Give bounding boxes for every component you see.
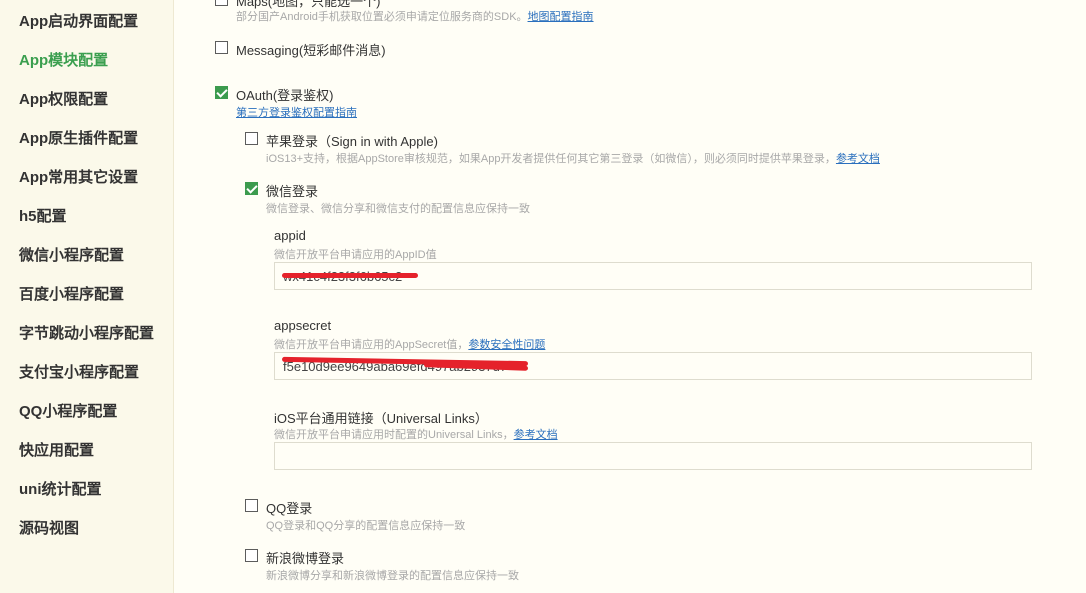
sidebar-item-qq-mp[interactable]: QQ小程序配置: [19, 400, 117, 421]
sidebar-item-app-permissions[interactable]: App权限配置: [19, 88, 108, 109]
weixin-login-hint: 微信登录、微信分享和微信支付的配置信息应保持一致: [266, 203, 530, 215]
apple-login-checkbox[interactable]: [245, 132, 258, 145]
sidebar-item-baidu-mp[interactable]: 百度小程序配置: [19, 283, 124, 304]
universal-links-hint-text: 微信开放平台申请应用时配置的Universal Links，: [274, 429, 514, 441]
maps-hint-text: 部分国产Android手机获取位置必须申请定位服务商的SDK。: [236, 11, 528, 23]
sina-login-label: 新浪微博登录: [266, 551, 345, 566]
universal-links-hint: 微信开放平台申请应用时配置的Universal Links，参考文档: [274, 426, 558, 442]
app-window: App启动界面配置 App模块配置 App权限配置 App原生插件配置 App常…: [0, 0, 1086, 593]
sidebar-item-alipay-mp[interactable]: 支付宝小程序配置: [19, 361, 139, 382]
appsecret-hint: 微信开放平台申请应用的AppSecret值，参数安全性问题: [274, 336, 545, 352]
oauth-config-guide-link[interactable]: 第三方登录鉴权配置指南: [236, 104, 357, 120]
maps-hint: 部分国产Android手机获取位置必须申请定位服务商的SDK。地图配置指南: [236, 8, 594, 24]
sidebar-item-toutiao-mp[interactable]: 字节跳动小程序配置: [19, 322, 154, 343]
messaging-label: Messaging(短彩邮件消息): [236, 43, 386, 58]
sina-login-checkbox[interactable]: [245, 549, 258, 562]
apple-login-hint-text: iOS13+支持，根据AppStore审核规范，如果App开发者提供任何其它第三…: [266, 153, 836, 165]
sidebar-item-app-native-plugins[interactable]: App原生插件配置: [19, 127, 138, 148]
qq-login-hint: QQ登录和QQ分享的配置信息应保持一致: [266, 520, 466, 532]
qq-login-label: QQ登录: [266, 501, 313, 516]
appsecret-hint-text: 微信开放平台申请应用的AppSecret值，: [274, 339, 469, 351]
map-config-guide-link[interactable]: 地图配置指南: [528, 11, 594, 23]
sidebar: App启动界面配置 App模块配置 App权限配置 App原生插件配置 App常…: [0, 0, 174, 593]
main-content: Maps(地图，只能选一个) 部分国产Android手机获取位置必须申请定位服务…: [174, 0, 1086, 593]
universal-links-input[interactable]: [274, 442, 1032, 470]
apple-reference-doc-link[interactable]: 参考文档: [836, 153, 880, 165]
universal-links-reference-doc-link[interactable]: 参考文档: [514, 429, 558, 441]
apple-login-hint: iOS13+支持，根据AppStore审核规范，如果App开发者提供任何其它第三…: [266, 150, 880, 166]
sidebar-item-source-view[interactable]: 源码视图: [19, 517, 79, 538]
sidebar-item-h5[interactable]: h5配置: [19, 205, 67, 226]
sidebar-item-app-other-settings[interactable]: App常用其它设置: [19, 166, 138, 187]
sidebar-item-app-launch[interactable]: App启动界面配置: [19, 10, 138, 31]
maps-checkbox[interactable]: [215, 0, 228, 6]
weixin-login-label: 微信登录: [266, 184, 319, 199]
param-security-link[interactable]: 参数安全性问题: [468, 339, 545, 351]
messaging-checkbox[interactable]: [215, 41, 228, 54]
sina-login-hint: 新浪微博分享和新浪微博登录的配置信息应保持一致: [266, 570, 519, 582]
appsecret-label: appsecret: [274, 318, 332, 333]
weixin-login-checkbox[interactable]: [245, 182, 258, 195]
qq-login-checkbox[interactable]: [245, 499, 258, 512]
sidebar-item-app-modules[interactable]: App模块配置: [19, 49, 108, 70]
appid-redaction-mark: [282, 273, 418, 278]
sidebar-item-uni-stat[interactable]: uni统计配置: [19, 478, 102, 499]
oauth-checkbox[interactable]: [215, 86, 228, 99]
apple-login-label: 苹果登录（Sign in with Apple): [266, 134, 438, 149]
oauth-label: OAuth(登录鉴权): [236, 88, 334, 103]
appsecret-input[interactable]: [274, 352, 1032, 380]
appid-hint: 微信开放平台申请应用的AppID值: [274, 249, 437, 261]
sidebar-item-weixin-mp[interactable]: 微信小程序配置: [19, 244, 124, 265]
appid-label: appid: [274, 228, 306, 243]
universal-links-label: iOS平台通用链接（Universal Links）: [274, 411, 488, 426]
sidebar-item-quickapp[interactable]: 快应用配置: [19, 439, 94, 460]
